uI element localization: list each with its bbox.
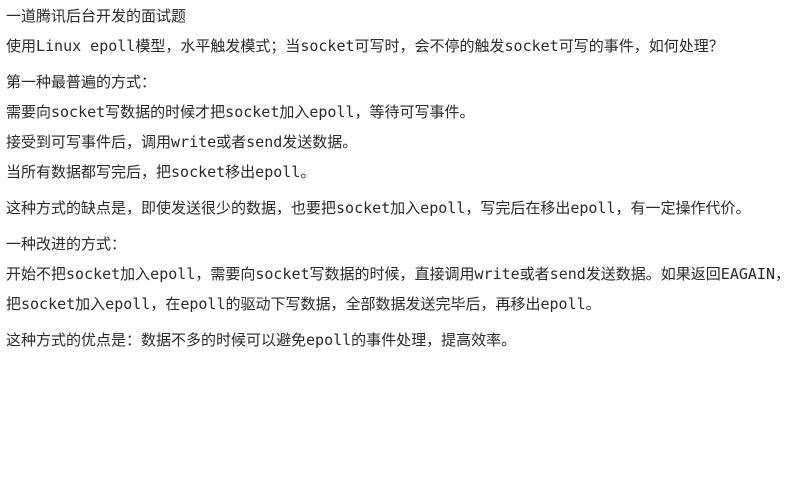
method1-step-2: 接受到可写事件后，调用write或者send发送数据。 (6, 133, 358, 151)
method1-step-3: 当所有数据都写完后，把socket移出epoll。 (6, 163, 316, 181)
article-body: 一道腾讯后台开发的面试题 使用Linux epoll模型，水平触发模式；当soc… (0, 0, 797, 489)
method1-step-1: 需要向socket写数据的时候才把socket加入epoll，等待可写事件。 (6, 103, 475, 121)
article-title: 一道腾讯后台开发的面试题 (6, 7, 187, 25)
method2-heading: 一种改进的方式： (6, 235, 127, 253)
method1-heading: 第一种最普遍的方式： (6, 73, 157, 91)
method1-drawback: 这种方式的缺点是，即使发送很少的数据，也要把socket加入epoll，写完后在… (6, 199, 751, 217)
method2-description: 开始不把socket加入epoll，需要向socket写数据的时候，直接调用wr… (6, 265, 790, 313)
question-paragraph: 使用Linux epoll模型，水平触发模式；当socket可写时，会不停的触发… (6, 37, 724, 55)
method2-advantage: 这种方式的优点是：数据不多的时候可以避免epoll的事件处理，提高效率。 (6, 331, 517, 349)
